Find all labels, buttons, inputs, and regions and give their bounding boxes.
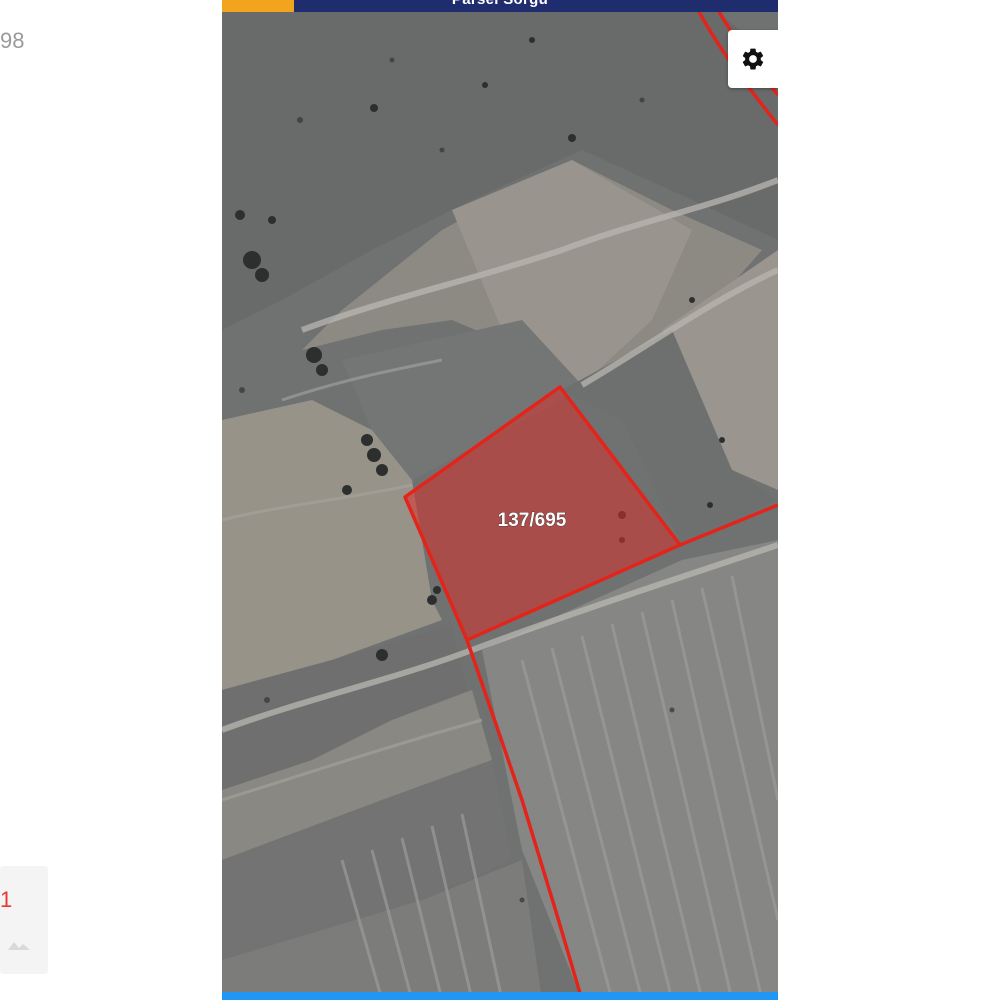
satellite-map[interactable]: 137/695 (222, 0, 778, 1000)
thumbnail-glyph-icon (8, 942, 30, 950)
bottom-bar (222, 992, 778, 1000)
page: 98 1 Parsel Sorgu (0, 0, 1000, 1000)
app-title: Parsel Sorgu (222, 0, 778, 8)
map-screen: Parsel Sorgu (222, 0, 778, 1000)
parcel-label: 137/695 (498, 510, 567, 531)
app-bar: Parsel Sorgu (222, 0, 778, 12)
settings-button[interactable] (728, 30, 778, 88)
gear-icon (742, 48, 764, 70)
side-thumbnail[interactable]: 1 (0, 866, 48, 974)
thumbnail-mark: 1 (0, 887, 13, 912)
side-partial-number: 98 (0, 28, 25, 53)
